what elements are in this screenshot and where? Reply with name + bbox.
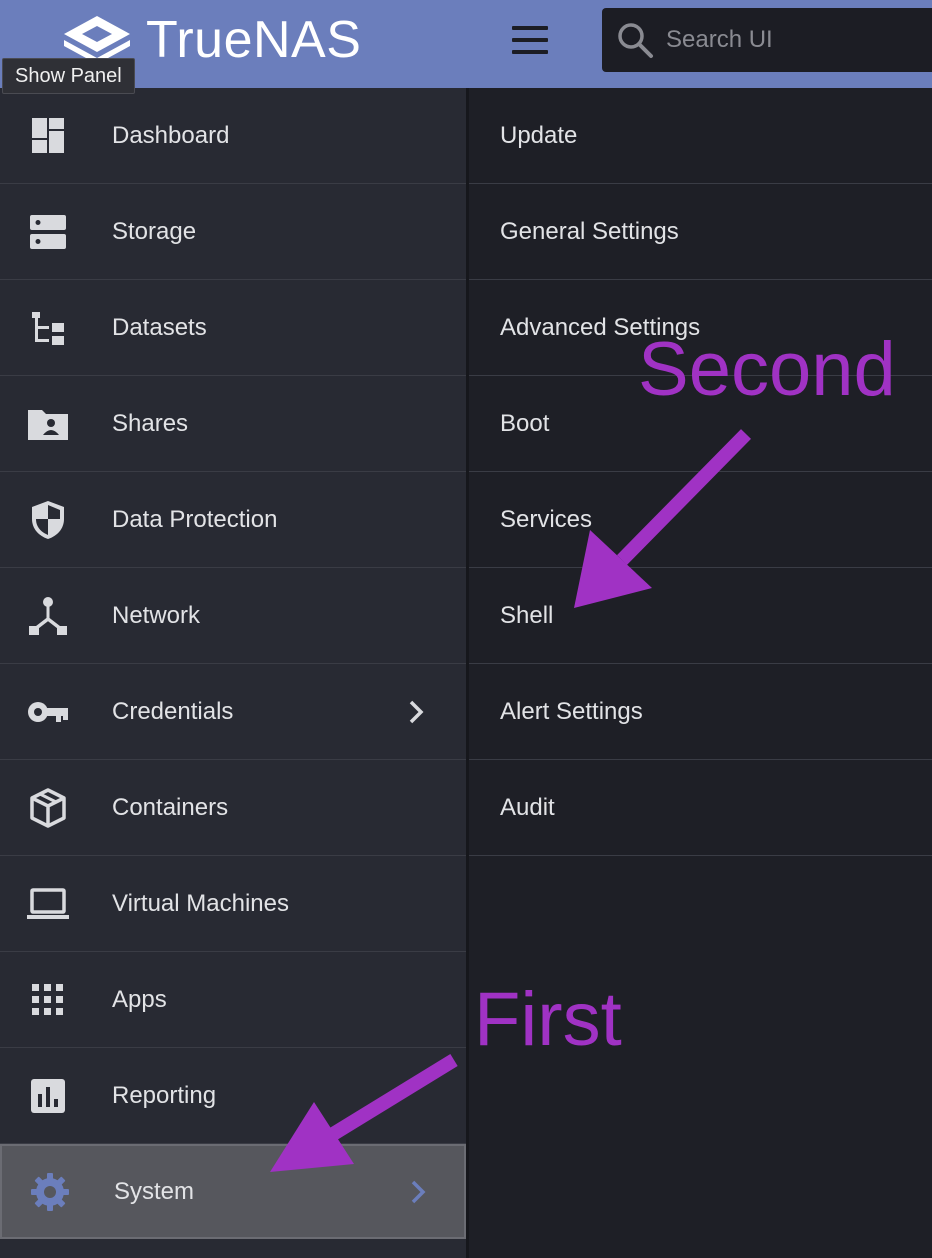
sidebar-item-label: Datasets <box>112 313 207 341</box>
laptop-icon <box>24 880 72 928</box>
network-icon <box>24 592 72 640</box>
search-icon <box>618 23 653 58</box>
submenu-item-label: Services <box>500 505 593 533</box>
sidebar-item-label: Data Protection <box>112 505 278 533</box>
submenu-item-label: General Settings <box>500 217 679 245</box>
sidebar-item-data-protection[interactable]: Data Protection <box>0 472 466 568</box>
sidebar-item-dashboard[interactable]: Dashboard <box>0 88 466 184</box>
submenu-item-general-settings[interactable]: General Settings <box>469 184 932 280</box>
sidebar-item-label: Storage <box>112 217 197 245</box>
sidebar-item-apps[interactable]: Apps <box>0 952 466 1048</box>
sidebar-item-label: Dashboard <box>112 121 230 149</box>
menu-toggle-icon[interactable] <box>508 24 552 58</box>
submenu-item-audit[interactable]: Audit <box>469 760 932 856</box>
shield-icon <box>24 496 72 544</box>
cube-icon <box>24 784 72 832</box>
sidebar-item-label: Reporting <box>112 1081 217 1109</box>
bar-chart-icon <box>24 1072 72 1120</box>
annotation-first-label: First <box>474 977 622 1062</box>
submenu-item-label: Shell <box>500 601 554 629</box>
sidebar: Dashboard Storage Datasets Shares Data P… <box>0 88 466 1258</box>
chevron-right-icon <box>411 1180 426 1203</box>
storage-icon <box>24 208 72 256</box>
submenu-item-alert-settings[interactable]: Alert Settings <box>469 664 932 760</box>
dashboard-icon <box>24 112 72 160</box>
chevron-right-icon <box>409 700 424 723</box>
sidebar-item-datasets[interactable]: Datasets <box>0 280 466 376</box>
sidebar-item-label: Containers <box>112 793 229 821</box>
sidebar-item-label: Apps <box>112 985 167 1013</box>
sidebar-item-label: Credentials <box>112 697 234 725</box>
submenu-item-label: Alert Settings <box>500 697 643 725</box>
sidebar-item-network[interactable]: Network <box>0 568 466 664</box>
apps-grid-icon <box>24 976 72 1024</box>
brand-name: TrueNAS <box>146 11 362 69</box>
sidebar-item-label: Shares <box>112 409 189 437</box>
annotation-second-label: Second <box>638 327 896 412</box>
sidebar-item-shares[interactable]: Shares <box>0 376 466 472</box>
shares-folder-icon <box>24 400 72 448</box>
sidebar-item-label: Virtual Machines <box>112 889 289 917</box>
key-icon <box>24 688 72 736</box>
sidebar-item-label: Network <box>112 601 201 629</box>
submenu-item-label: Audit <box>500 793 555 821</box>
search-input[interactable] <box>664 25 928 55</box>
system-submenu: Update General Settings Advanced Setting… <box>469 88 932 856</box>
top-bar: TrueNAS <box>0 0 932 88</box>
submenu-item-update[interactable]: Update <box>469 88 932 184</box>
gear-icon <box>26 1168 74 1216</box>
show-panel-tooltip: Show Panel <box>2 58 135 94</box>
sidebar-item-label: System <box>114 1177 195 1205</box>
datasets-icon <box>24 304 72 352</box>
submenu-item-label: Boot <box>500 409 550 437</box>
submenu-item-shell[interactable]: Shell <box>469 568 932 664</box>
search-box[interactable] <box>602 8 932 72</box>
sidebar-item-containers[interactable]: Containers <box>0 760 466 856</box>
submenu-item-label: Update <box>500 121 578 149</box>
sidebar-item-reporting[interactable]: Reporting <box>0 1048 466 1144</box>
sidebar-item-storage[interactable]: Storage <box>0 184 466 280</box>
sidebar-item-credentials[interactable]: Credentials <box>0 664 466 760</box>
sidebar-item-virtual-machines[interactable]: Virtual Machines <box>0 856 466 952</box>
submenu-item-services[interactable]: Services <box>469 472 932 568</box>
sidebar-item-system[interactable]: System <box>0 1144 466 1239</box>
